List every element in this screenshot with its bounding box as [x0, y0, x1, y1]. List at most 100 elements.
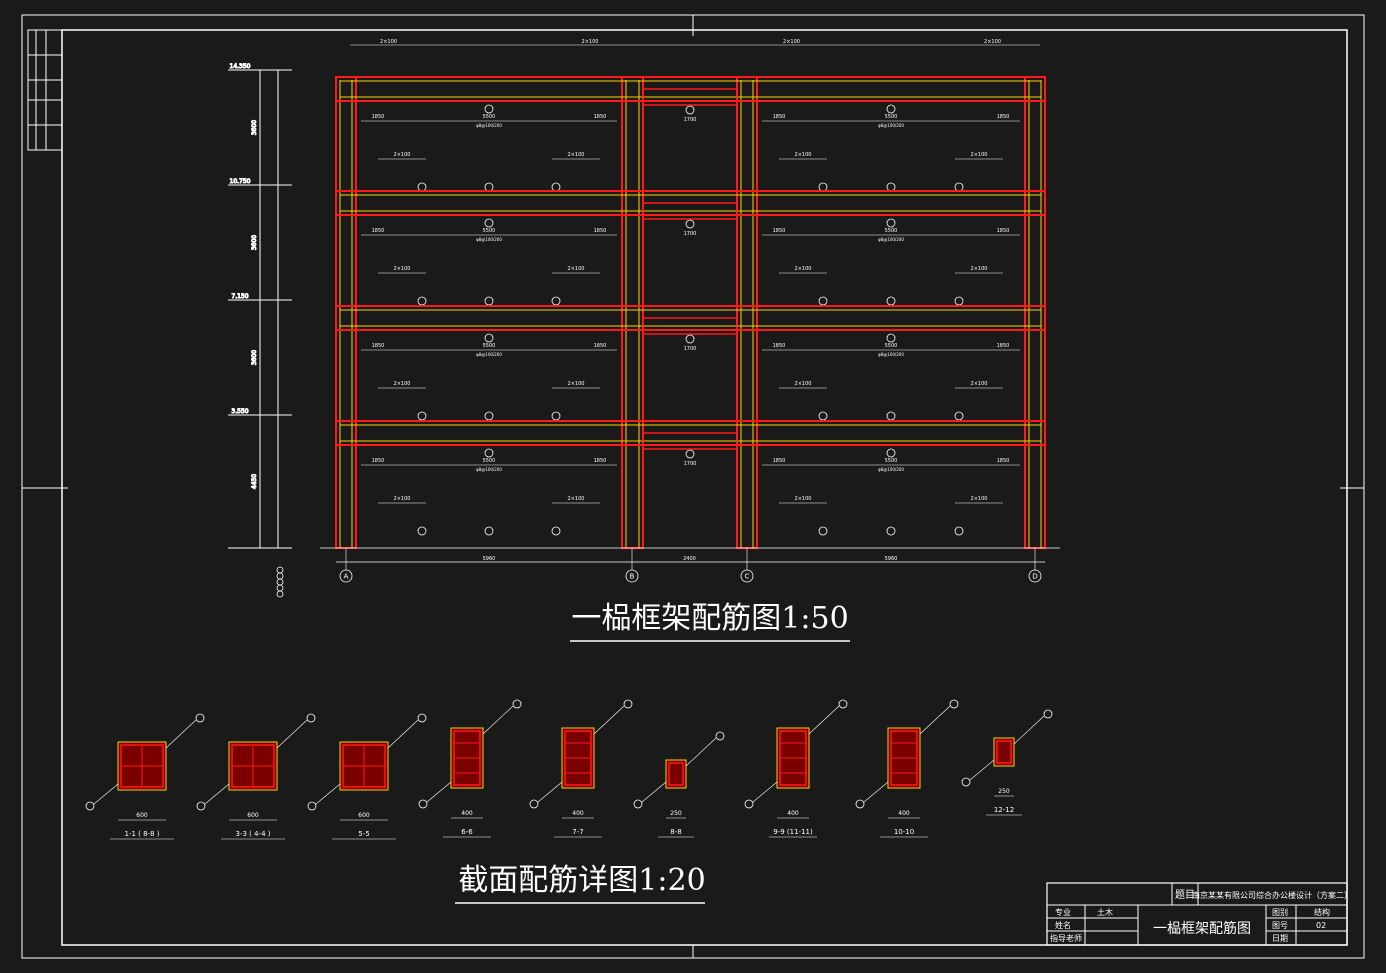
title-block-major-value: 土木	[1097, 907, 1113, 917]
frame-elevation: 5500 1850 1850 φ8@100/200 2×100 2×100 5500 1850…	[320, 39, 1060, 563]
title-block-project-name: 南京某某有限公司综合办公楼设计（方案二）	[1192, 890, 1352, 900]
rebar-bubble	[484, 296, 494, 306]
rebar-bubble	[818, 411, 828, 421]
rebar-bubble	[484, 411, 494, 421]
elevation-label: 10.750	[230, 178, 251, 185]
bay-dim-mid: 5500	[483, 228, 496, 234]
section-label: 5-5	[358, 830, 369, 838]
axis-bubble-D-label: D	[1032, 572, 1038, 581]
section-bubble	[838, 699, 848, 709]
section-label: 12-12	[994, 806, 1014, 814]
section-details: 600 1-1 ( 8-8 ) 600 3-3 ( 4-4 ) 600 5-5 400 6-6…	[85, 699, 1053, 840]
leader-line	[482, 705, 514, 735]
axis-bubble-B-label: B	[630, 572, 635, 581]
top-dim-label: 2×100	[984, 39, 1001, 45]
section-bubble	[1043, 709, 1053, 719]
bay-dim-side: 1850	[594, 114, 607, 120]
bay-stirrup-note: φ8@100/200	[878, 467, 904, 472]
section-bubble	[85, 801, 95, 811]
left-dim-value: 3600	[251, 350, 258, 365]
section-9: 250 12-12	[961, 709, 1053, 816]
section-bubble	[529, 799, 539, 809]
left-bubble	[276, 572, 284, 580]
rebar-bubble	[886, 448, 896, 458]
section-6: 250 8-8	[633, 731, 725, 838]
leader-line	[593, 705, 625, 735]
anchor-dim-label: 2×100	[568, 496, 585, 502]
bay-dim-mid: 5500	[885, 228, 898, 234]
left-dim-value: 3600	[251, 235, 258, 250]
rebar-bubble	[954, 296, 964, 306]
bay-dim-mid: 5500	[885, 343, 898, 349]
section-bubble	[512, 699, 522, 709]
leader-line	[969, 759, 995, 781]
rebar-bubble	[818, 526, 828, 536]
leader-line	[641, 781, 667, 803]
section-4: 400 6-6	[418, 699, 522, 838]
title-block-teacher-label: 指导老师	[1050, 933, 1082, 943]
anchor-dim-label: 2×100	[394, 381, 411, 387]
bay-dim-side: 1850	[372, 114, 385, 120]
bay-stirrup-note: φ8@100/200	[878, 123, 904, 128]
leader-line	[426, 781, 452, 803]
leader-line	[1013, 715, 1045, 745]
title-block-drawing-name: 一榀框架配筋图	[1153, 920, 1251, 937]
bay-dim-side: 1850	[372, 458, 385, 464]
section-bubble	[196, 801, 206, 811]
left-bubble	[276, 578, 284, 586]
section-width-label: 600	[247, 812, 259, 819]
section-label: 7-7	[572, 828, 583, 836]
left-bubble	[276, 566, 284, 574]
rebar-bubble	[484, 333, 494, 343]
section-label: 8-8	[670, 828, 681, 836]
rebar-bubble	[954, 182, 964, 192]
anchor-dim-label: 2×100	[795, 381, 812, 387]
leader-line	[165, 719, 197, 749]
section-bubble	[417, 713, 427, 723]
anchor-dim-label: 2×100	[795, 496, 812, 502]
top-dim-label: 2×100	[783, 39, 800, 45]
title-block-date-label: 日期	[1272, 934, 1288, 943]
bay-stirrup-note: φ8@100/200	[476, 237, 502, 242]
anchor-dim-label: 2×100	[971, 152, 988, 158]
top-dim-label: 2×100	[380, 39, 397, 45]
bay-dim-side: 1850	[773, 114, 786, 120]
title-block-no-value: 02	[1316, 921, 1326, 930]
column-C	[736, 76, 758, 549]
elevation-label: 7.150	[231, 293, 248, 300]
section-3: 600 5-5	[307, 713, 427, 840]
leader-line	[387, 719, 419, 749]
bottom-bay-dim: 5960	[483, 556, 496, 562]
bay-dim-mid: 5500	[885, 114, 898, 120]
section-width-label: 400	[572, 810, 584, 817]
axis-bubble-A-label: A	[344, 572, 349, 581]
rebar-bubble	[417, 526, 427, 536]
bay-dim-mid: 5500	[885, 458, 898, 464]
corridor-dim: 1700	[684, 461, 697, 467]
rebar-bubble	[685, 449, 695, 459]
binding-strip	[27, 29, 63, 151]
section-bubble	[744, 799, 754, 809]
rebar-bubble	[818, 182, 828, 192]
rebar-bubble	[551, 411, 561, 421]
rebar-bubble	[417, 182, 427, 192]
anchor-dim-label: 2×100	[394, 266, 411, 272]
section-width-label: 400	[898, 810, 910, 817]
bay-dim-side: 1850	[372, 343, 385, 349]
section-bubble	[195, 713, 205, 723]
rebar-bubble	[551, 182, 561, 192]
section-bubble	[855, 799, 865, 809]
section-2: 600 3-3 ( 4-4 )	[196, 713, 316, 840]
leader-line	[752, 781, 778, 803]
rebar-bubble	[685, 334, 695, 344]
bay-dim-side: 1850	[773, 228, 786, 234]
section-bubble	[306, 713, 316, 723]
section-label: 1-1 ( 8-8 )	[124, 830, 159, 838]
elevation-label: 14.350	[230, 63, 251, 70]
section-label: 9-9 (11-11)	[773, 828, 813, 836]
rebar-bubble	[417, 411, 427, 421]
section-bubble	[961, 777, 971, 787]
sheet-outer-border	[21, 14, 1365, 959]
leader-line	[93, 783, 119, 805]
rebar-bubble	[417, 296, 427, 306]
